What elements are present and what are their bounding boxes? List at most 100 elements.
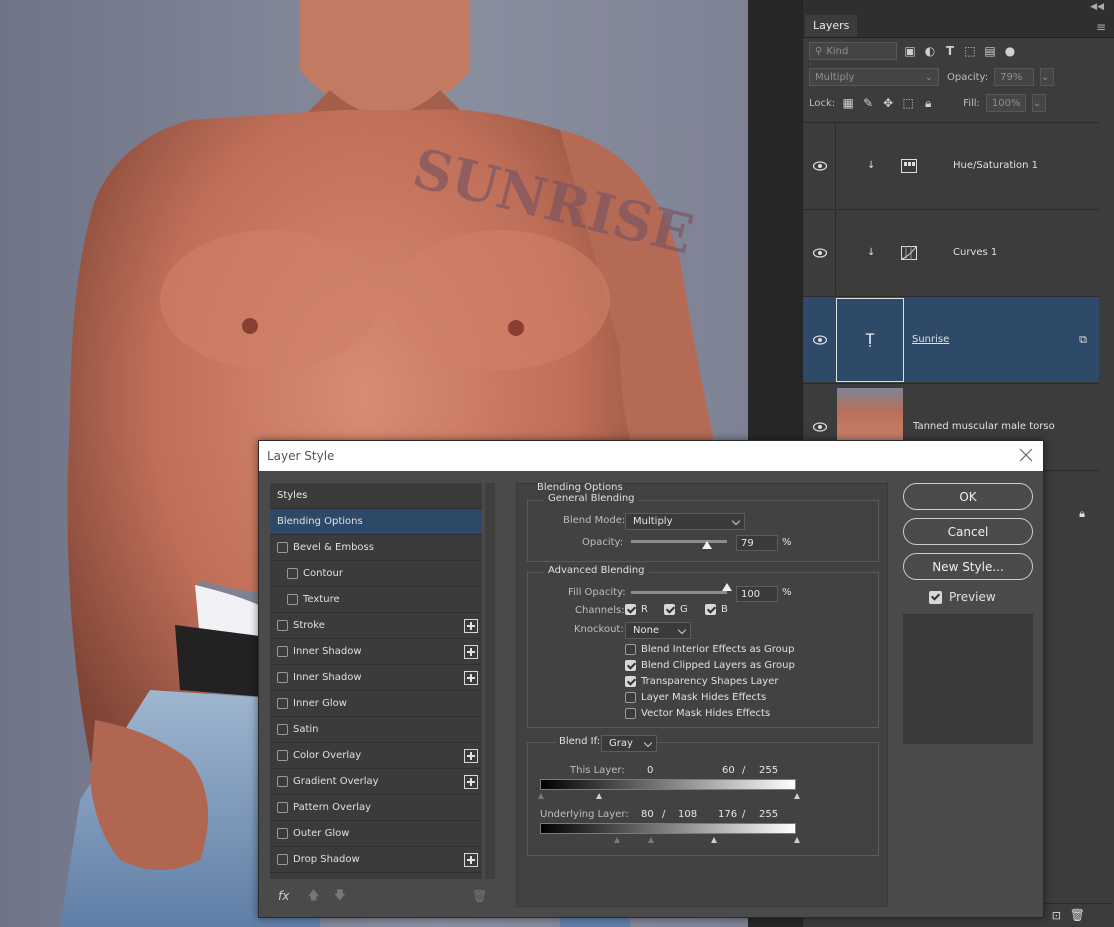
adjustment-filter-icon[interactable]: ◐	[923, 44, 937, 58]
style-item-inner-shadow[interactable]: Inner Shadow	[270, 665, 482, 691]
underlying-black-left-slider[interactable]	[614, 837, 620, 843]
style-checkbox[interactable]	[287, 594, 298, 605]
add-effect-icon[interactable]	[464, 619, 478, 633]
channel-g-checkbox[interactable]: G	[664, 604, 688, 615]
opacity-slider-track[interactable]	[631, 540, 727, 543]
style-checkbox[interactable]	[277, 750, 288, 761]
layer-row-hue-saturation[interactable]: ↓ Hue/Saturation 1	[803, 122, 1099, 208]
layer-row-sunrise[interactable]: Ṭ Sunrise ⧉	[803, 296, 1099, 382]
fill-opacity-slider-track[interactable]	[631, 591, 727, 594]
tab-layers[interactable]: Layers	[805, 15, 858, 37]
dialog-titlebar[interactable]: Layer Style	[259, 441, 1043, 471]
channel-r-checkbox[interactable]: R	[625, 604, 648, 615]
visibility-eye-icon[interactable]	[813, 247, 827, 258]
underlying-white-right-slider[interactable]	[794, 837, 800, 843]
style-item-texture[interactable]: Texture	[270, 587, 482, 613]
layer-name[interactable]: Sunrise	[912, 334, 949, 345]
underlying-white-left-slider[interactable]	[711, 837, 717, 843]
style-item-stroke[interactable]: Stroke	[270, 613, 482, 639]
style-item-inner-shadow[interactable]: Inner Shadow	[270, 639, 482, 665]
opacity-chevron-icon[interactable]: ⌄	[1040, 68, 1055, 86]
layer-fill-input[interactable]: 100%	[985, 94, 1026, 112]
blend-clipped-layers-checkbox[interactable]: Blend Clipped Layers as Group	[625, 660, 795, 671]
style-item-drop-shadow[interactable]: Drop Shadow	[270, 847, 482, 873]
visibility-eye-icon[interactable]	[813, 334, 827, 345]
new-layer-icon[interactable]: ⊡	[1052, 909, 1061, 922]
style-checkbox[interactable]	[277, 776, 288, 787]
style-item-blending-options[interactable]: Blending Options	[270, 509, 482, 535]
layer-filter-kind-dropdown[interactable]: ⚲ Kind	[809, 42, 897, 60]
pixel-filter-icon[interactable]: ▣	[903, 44, 917, 58]
ok-button[interactable]: OK	[903, 483, 1033, 510]
opacity-input[interactable]: 79	[736, 535, 778, 551]
underlying-black-right-slider[interactable]	[648, 837, 654, 843]
layer-row-curves[interactable]: ↓ Curves 1	[803, 209, 1099, 295]
style-item-satin[interactable]: Satin	[270, 717, 482, 743]
close-icon[interactable]	[1019, 448, 1033, 462]
styles-scrollbar[interactable]	[485, 483, 495, 879]
type-filter-icon[interactable]: T	[943, 44, 957, 58]
filter-toggle-icon[interactable]: ●	[1003, 44, 1017, 58]
knockout-dropdown[interactable]: None	[625, 622, 691, 639]
preview-checkbox[interactable]: Preview	[929, 590, 1059, 604]
lock-all-icon[interactable]: 🔒︎	[921, 96, 935, 110]
panel-menu-icon[interactable]: ≡	[1096, 20, 1106, 34]
layer-opacity-input[interactable]: 79%	[994, 68, 1035, 86]
trash-icon[interactable]: 🗑︎	[1070, 908, 1085, 922]
add-effect-icon[interactable]	[464, 645, 478, 659]
style-item-gradient-overlay[interactable]: Gradient Overlay	[270, 769, 482, 795]
lock-artboard-icon[interactable]: ⬚	[901, 96, 915, 110]
blend-mode-dropdown[interactable]: Multiply	[625, 513, 745, 530]
style-checkbox[interactable]	[287, 568, 298, 579]
add-effect-icon[interactable]	[464, 749, 478, 763]
layer-name[interactable]: Hue/Saturation 1	[953, 160, 1038, 171]
move-down-icon[interactable]: 🡇	[334, 886, 346, 907]
cancel-button[interactable]: Cancel	[903, 518, 1033, 545]
style-item-contour[interactable]: Contour	[270, 561, 482, 587]
style-item-pattern-overlay[interactable]: Pattern Overlay	[270, 795, 482, 821]
layer-blend-mode-dropdown[interactable]: Multiply ⌄	[809, 68, 939, 86]
lock-transparent-icon[interactable]: ▦	[841, 96, 855, 110]
panel-collapse-bar[interactable]: ◀◀	[803, 0, 1114, 14]
blend-if-dropdown[interactable]: Gray	[601, 735, 657, 752]
fill-chevron-icon[interactable]: ⌄	[1031, 94, 1046, 112]
delete-effect-icon[interactable]: 🗑︎	[472, 889, 487, 903]
add-effect-icon[interactable]	[464, 775, 478, 789]
shape-filter-icon[interactable]: ⬚	[963, 44, 977, 58]
this-layer-white-right-slider[interactable]	[794, 793, 800, 799]
fill-opacity-slider-thumb[interactable]	[722, 583, 732, 591]
layer-effects-icon[interactable]: ⧉	[1079, 333, 1087, 347]
smart-object-filter-icon[interactable]: ▤	[983, 44, 997, 58]
style-checkbox[interactable]	[277, 620, 288, 631]
style-checkbox[interactable]	[277, 672, 288, 683]
layer-name[interactable]: Curves 1	[953, 247, 997, 258]
style-item-inner-glow[interactable]: Inner Glow	[270, 691, 482, 717]
style-checkbox[interactable]	[277, 542, 288, 553]
lock-position-icon[interactable]: ✥	[881, 96, 895, 110]
fx-menu-button[interactable]: fx	[278, 889, 289, 903]
underlying-gradient[interactable]	[540, 823, 796, 834]
layer-name[interactable]: Tanned muscular male torso	[913, 421, 1055, 432]
style-checkbox[interactable]	[277, 802, 288, 813]
style-checkbox[interactable]	[277, 698, 288, 709]
style-item-bevel-emboss[interactable]: Bevel & Emboss	[270, 535, 482, 561]
style-checkbox[interactable]	[277, 828, 288, 839]
transparency-shapes-checkbox[interactable]: Transparency Shapes Layer	[625, 676, 778, 687]
visibility-eye-icon[interactable]	[813, 160, 827, 171]
opacity-slider-thumb[interactable]	[701, 541, 712, 549]
style-checkbox[interactable]	[277, 646, 288, 657]
style-item-outer-glow[interactable]: Outer Glow	[270, 821, 482, 847]
new-style-button[interactable]: New Style...	[903, 553, 1033, 580]
add-effect-icon[interactable]	[464, 853, 478, 867]
text-layer-thumbnail[interactable]: Ṭ	[836, 298, 904, 382]
add-effect-icon[interactable]	[464, 671, 478, 685]
this-layer-gradient[interactable]	[540, 779, 796, 790]
style-item-color-overlay[interactable]: Color Overlay	[270, 743, 482, 769]
this-layer-black-slider[interactable]	[538, 793, 544, 799]
channel-b-checkbox[interactable]: B	[705, 604, 728, 615]
collapse-icon[interactable]: ◀◀	[1090, 2, 1104, 12]
layer-mask-hides-checkbox[interactable]: Layer Mask Hides Effects	[625, 692, 766, 703]
lock-paint-icon[interactable]: ✎	[861, 96, 875, 110]
style-checkbox[interactable]	[277, 854, 288, 865]
visibility-eye-icon[interactable]	[813, 421, 827, 432]
